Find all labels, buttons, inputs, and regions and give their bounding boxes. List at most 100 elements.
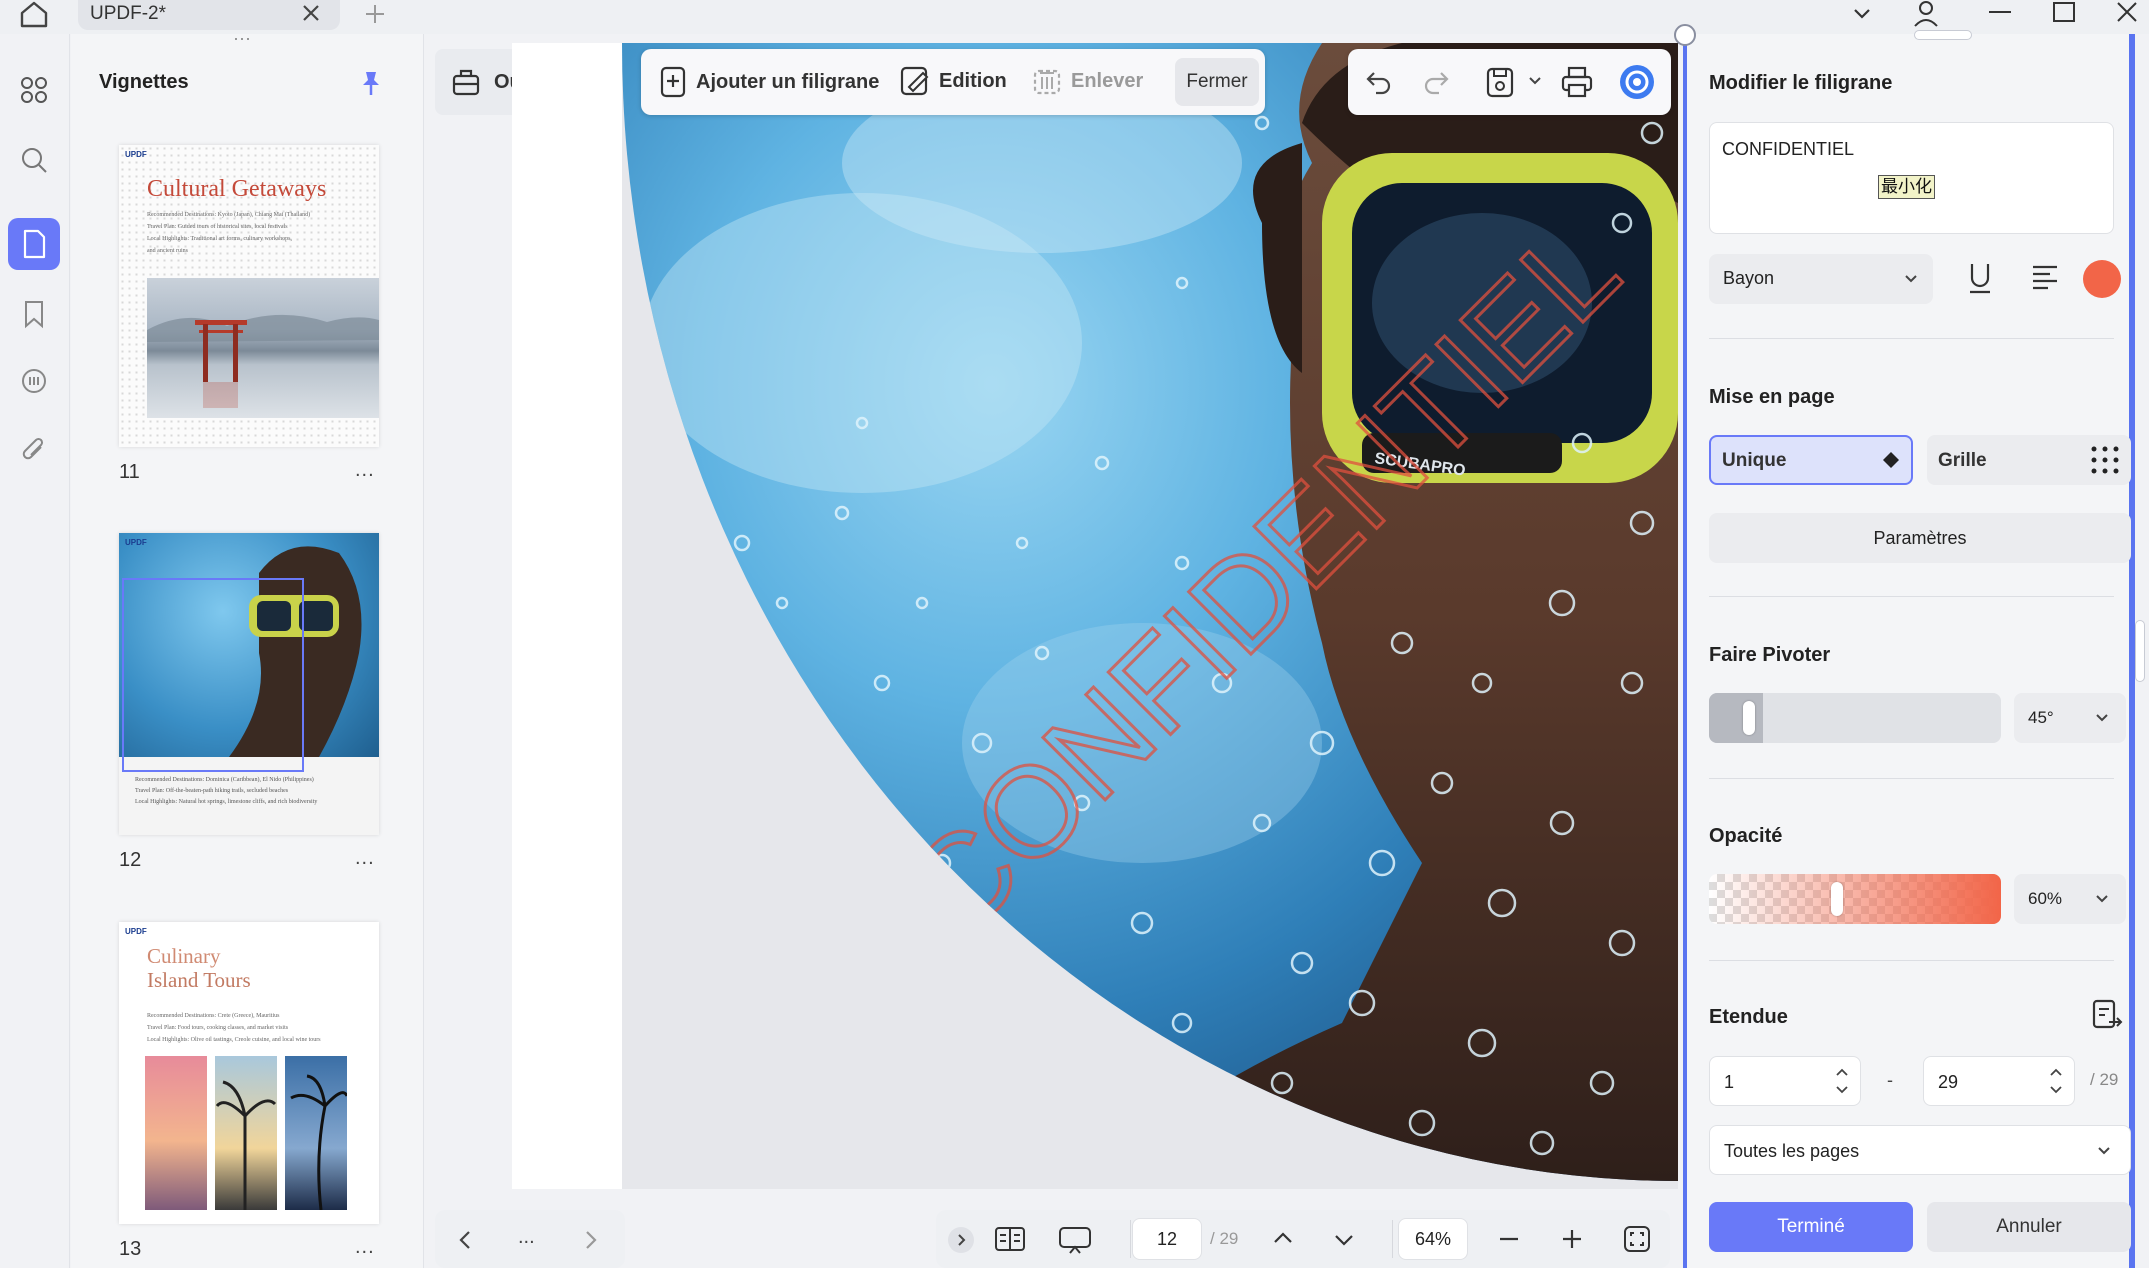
- range-from-input[interactable]: 1: [1709, 1056, 1861, 1106]
- thumbnail-text: Recommended Destinations: Kyoto (Japan),…: [147, 212, 311, 254]
- thumbnail-page-13[interactable]: UPDF Culinary Island Tours Recommended D…: [119, 922, 379, 1224]
- bookmark-icon[interactable]: [8, 288, 60, 340]
- panel-resize-handle[interactable]: [1674, 24, 1696, 46]
- new-tab-icon[interactable]: [363, 2, 387, 26]
- attachment-icon[interactable]: [8, 424, 60, 476]
- fit-page-icon[interactable]: [1622, 1224, 1652, 1254]
- rotate-slider[interactable]: [1709, 693, 2001, 743]
- pages-select[interactable]: Toutes les pages: [1709, 1125, 2131, 1175]
- chevron-down-icon: [2096, 1144, 2112, 1158]
- palm-photo-3: [285, 1056, 347, 1210]
- rotate-value-select[interactable]: 45°: [2014, 693, 2126, 743]
- document-tab[interactable]: UPDF-2*: [78, 0, 340, 30]
- page-layout-icon[interactable]: [994, 1225, 1026, 1253]
- torii-photo: [147, 278, 379, 418]
- underline-icon[interactable]: [1965, 260, 1995, 296]
- watermark-text-value: CONFIDENTIEL: [1722, 139, 1855, 159]
- visible-area-frame[interactable]: [122, 578, 304, 772]
- thumbnail-text: Recommended Destinations: Crete (Greece)…: [147, 1013, 321, 1043]
- zoom-in-icon[interactable]: [1559, 1226, 1585, 1252]
- chevron-down-icon: [2094, 711, 2110, 725]
- add-watermark-label: Ajouter un filigrane: [696, 70, 880, 93]
- home-icon[interactable]: [18, 0, 50, 28]
- watermark-text-input[interactable]: CONFIDENTIEL 最小化: [1709, 122, 2114, 234]
- opacity-value: 60%: [2028, 889, 2063, 908]
- close-tab-icon[interactable]: [300, 2, 322, 24]
- range-to-input[interactable]: 29: [1923, 1056, 2075, 1106]
- panel-resize-handle[interactable]: ···: [233, 29, 263, 47]
- left-toolbar: [0, 34, 70, 1268]
- remove-watermark-button[interactable]: Enlever: [1031, 65, 1143, 97]
- more-icon[interactable]: ...: [518, 1226, 535, 1249]
- page-number-12: 12: [119, 849, 142, 871]
- thumbnail-page-11[interactable]: UPDF Cultural Getaways Recommended Desti…: [119, 145, 379, 447]
- pin-icon[interactable]: [360, 70, 382, 96]
- stepper-icon[interactable]: [2048, 1065, 2064, 1097]
- layout-title: Mise en page: [1709, 386, 1835, 408]
- search-icon[interactable]: [8, 134, 60, 186]
- range-dash: -: [1887, 1070, 1893, 1090]
- page-nav-bar: 12 / 29 64%: [936, 1210, 1670, 1268]
- expand-bar-icon[interactable]: [948, 1227, 974, 1253]
- layout-grid-option[interactable]: Grille: [1927, 435, 2131, 485]
- ai-assistant-icon[interactable]: [1618, 63, 1656, 101]
- align-left-icon[interactable]: [2030, 262, 2060, 292]
- panel-top-handle[interactable]: [1914, 30, 1972, 40]
- remove-watermark-label: Enlever: [1071, 69, 1144, 92]
- add-watermark-button[interactable]: Ajouter un filigrane: [658, 65, 879, 99]
- maximize-icon[interactable]: [2052, 1, 2076, 23]
- thumbnail-nav-bar: ...: [435, 1210, 625, 1268]
- page-options-icon[interactable]: ...: [355, 459, 375, 482]
- range-to-value: 29: [1938, 1072, 1959, 1092]
- pages-icon[interactable]: [8, 218, 60, 270]
- thumbnail-heading: Cultural Getaways: [147, 176, 327, 202]
- font-select[interactable]: Bayon: [1709, 254, 1933, 304]
- previous-page-icon[interactable]: [1270, 1226, 1296, 1250]
- apps-grid-icon[interactable]: [8, 64, 60, 116]
- page-number-input[interactable]: 12: [1132, 1218, 1202, 1260]
- rotate-slider-thumb[interactable]: [1743, 701, 1755, 735]
- page-options-icon[interactable]: ...: [355, 1236, 375, 1259]
- stepper-icon[interactable]: [1834, 1065, 1850, 1097]
- thumbnail-text: Recommended Destinations: Dominica (Cari…: [135, 777, 318, 805]
- opacity-slider-thumb[interactable]: [1831, 882, 1843, 916]
- minimize-icon[interactable]: [1987, 6, 2013, 20]
- toolbox-icon: [451, 65, 481, 97]
- presentation-icon[interactable]: [1058, 1225, 1092, 1255]
- parameters-button[interactable]: Paramètres: [1709, 513, 2131, 563]
- redo-icon[interactable]: [1421, 67, 1451, 97]
- thumbnail-heading-line1: Culinary: [147, 944, 221, 968]
- chevron-right-icon[interactable]: [581, 1228, 601, 1252]
- done-button[interactable]: Terminé: [1709, 1202, 1913, 1252]
- thumbnail-page-12[interactable]: UPDF Recommended Destinations: Dominica …: [119, 533, 379, 835]
- cancel-button[interactable]: Annuler: [1927, 1202, 2131, 1252]
- thumbnail-heading-line2: Island Tours: [147, 968, 251, 992]
- layout-single-label: Unique: [1722, 450, 1787, 471]
- next-page-icon[interactable]: [1331, 1228, 1357, 1252]
- opacity-slider[interactable]: [1709, 874, 2001, 924]
- close-watermark-mode-button[interactable]: Fermer: [1175, 58, 1259, 106]
- layout-single-option[interactable]: Unique: [1709, 435, 1913, 485]
- print-icon[interactable]: [1560, 65, 1594, 99]
- document-tab-title: UPDF-2*: [90, 3, 167, 24]
- undo-icon[interactable]: [1364, 67, 1394, 97]
- page-range-icon[interactable]: [2091, 998, 2123, 1032]
- panel-right-handle[interactable]: [2135, 620, 2145, 682]
- chevron-left-icon[interactable]: [455, 1228, 475, 1252]
- user-icon[interactable]: [1912, 0, 1940, 28]
- comment-icon[interactable]: [8, 356, 60, 408]
- edit-watermark-button[interactable]: Edition: [899, 65, 1007, 97]
- close-window-icon[interactable]: [2115, 0, 2139, 24]
- chevron-down-icon[interactable]: [1850, 2, 1874, 26]
- opacity-value-select[interactable]: 60%: [2014, 874, 2126, 924]
- zoom-out-icon[interactable]: [1496, 1227, 1522, 1251]
- text-color-swatch[interactable]: [2083, 260, 2121, 298]
- save-icon[interactable]: [1485, 65, 1515, 99]
- sunset-photo-2: [215, 1056, 277, 1210]
- page-options-icon[interactable]: ...: [355, 847, 375, 870]
- zoom-input[interactable]: 64%: [1398, 1218, 1468, 1260]
- thumbnails-title: Vignettes: [99, 71, 189, 93]
- save-options-chevron-icon[interactable]: [1528, 75, 1542, 87]
- action-toolbar: [1348, 49, 1671, 115]
- ime-minimize-label[interactable]: 最小化: [1878, 175, 1935, 199]
